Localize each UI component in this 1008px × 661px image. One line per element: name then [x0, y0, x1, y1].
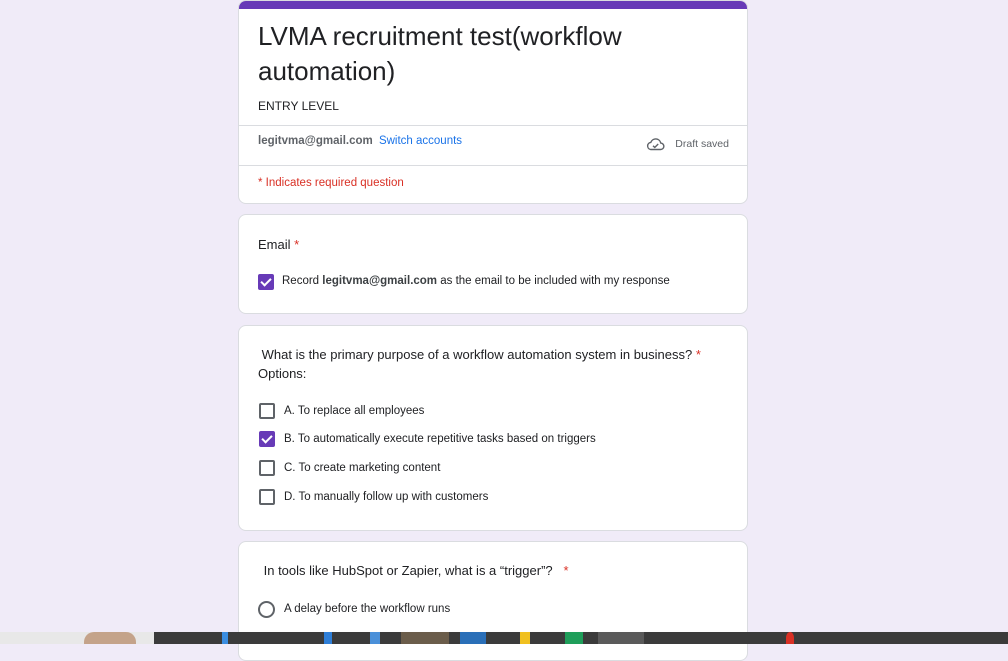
- folder-icon[interactable]: [520, 632, 530, 644]
- edge-icon[interactable]: [324, 632, 332, 644]
- whatsapp-icon[interactable]: [401, 632, 449, 644]
- option-a-label: A. To replace all employees: [284, 405, 425, 417]
- option-d-label: D. To manually follow up with customers: [284, 491, 489, 503]
- file-explorer-icon[interactable]: [222, 632, 228, 644]
- option-c-checkbox[interactable]: [259, 460, 275, 476]
- required-star: *: [563, 563, 569, 578]
- option-a-checkbox[interactable]: [259, 403, 275, 419]
- store-icon[interactable]: [370, 632, 380, 644]
- option-d-checkbox[interactable]: [259, 489, 275, 505]
- draft-status: Draft saved: [646, 137, 729, 151]
- app-icon[interactable]: [460, 632, 486, 644]
- divider: [239, 165, 747, 166]
- record-suffix: as the email to be included with my resp…: [440, 275, 670, 287]
- cloud-check-icon: [647, 138, 665, 151]
- option-radio-1[interactable]: [258, 601, 275, 618]
- email-question-title: Email *: [258, 235, 299, 254]
- required-star: *: [294, 237, 300, 252]
- record-email-label: Record legitvma@gmail.com as the email t…: [282, 273, 670, 289]
- option-radio-1-label: A delay before the workflow runs: [284, 603, 451, 615]
- sheets-icon[interactable]: [565, 632, 583, 644]
- chrome-icon[interactable]: [598, 632, 644, 644]
- draft-status-text: Draft saved: [675, 138, 729, 150]
- form-description: ENTRY LEVEL: [258, 99, 339, 113]
- notification-badge-icon: [786, 632, 794, 644]
- switch-accounts-link[interactable]: Switch accounts: [379, 135, 462, 147]
- required-star: *: [695, 347, 701, 362]
- question-2-title: In tools like HubSpot or Zapier, what is…: [260, 561, 569, 580]
- taskbar: [0, 632, 1008, 644]
- option-b-checkbox[interactable]: [259, 431, 275, 447]
- option-c-label: C. To create marketing content: [284, 462, 441, 474]
- record-email-checkbox[interactable]: [258, 274, 274, 290]
- record-prefix: Record: [282, 275, 320, 287]
- question-2-text: In tools like HubSpot or Zapier, what is…: [260, 563, 553, 578]
- weather-icon[interactable]: [84, 632, 136, 644]
- question-card-1: What is the primary purpose of a workflo…: [238, 325, 748, 531]
- required-note: * Indicates required question: [258, 177, 404, 189]
- account-email: legitvma@gmail.com: [258, 135, 373, 147]
- record-email: legitvma@gmail.com: [322, 275, 438, 287]
- accent-bar: [239, 1, 747, 9]
- option-b-label: B. To automatically execute repetitive t…: [284, 433, 596, 445]
- email-label: Email: [258, 237, 291, 252]
- question-1-text: What is the primary purpose of a workflo…: [258, 347, 693, 362]
- account-row: legitvma@gmail.com Switch accounts: [258, 135, 462, 147]
- form-title: LVMA recruitment test(workflow automatio…: [258, 21, 622, 86]
- email-question-card: Email * Record legitvma@gmail.com as the…: [238, 214, 748, 314]
- question-1-subtitle: Options:: [258, 366, 307, 381]
- divider: [239, 125, 747, 126]
- form-header-card: LVMA recruitment test(workflow automatio…: [238, 0, 748, 204]
- question-1-title: What is the primary purpose of a workflo…: [258, 345, 728, 383]
